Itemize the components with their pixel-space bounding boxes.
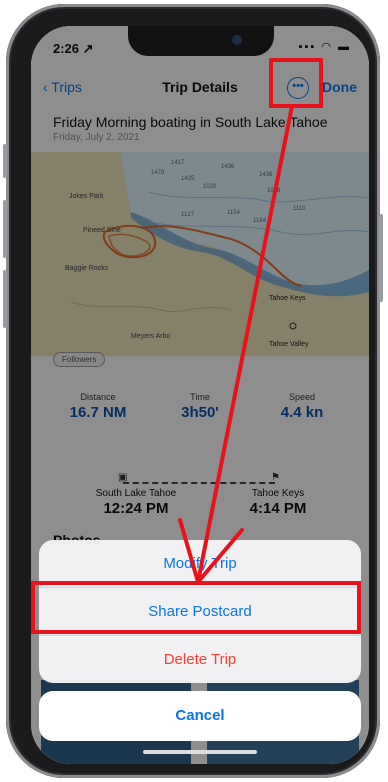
annotation-highlight-more-button — [269, 58, 323, 108]
silent-switch — [3, 144, 7, 178]
annotation-highlight-share-postcard — [31, 581, 361, 634]
power-button — [379, 214, 383, 302]
cancel-button[interactable]: Cancel — [39, 691, 361, 741]
notch — [128, 26, 274, 56]
action-sheet: Modify Trip Share Postcard Delete Trip C… — [39, 540, 361, 741]
volume-up-button — [3, 200, 7, 258]
volume-down-button — [3, 270, 7, 328]
home-indicator — [143, 750, 257, 754]
screen: 2:26 ↗ ▪▪▪ ◠ ▬ ‹ Trips Trip Details ••• … — [31, 26, 369, 764]
delete-trip-button[interactable]: Delete Trip — [39, 636, 361, 683]
phone-frame: 2:26 ↗ ▪▪▪ ◠ ▬ ‹ Trips Trip Details ••• … — [3, 4, 383, 778]
camera — [232, 35, 242, 45]
